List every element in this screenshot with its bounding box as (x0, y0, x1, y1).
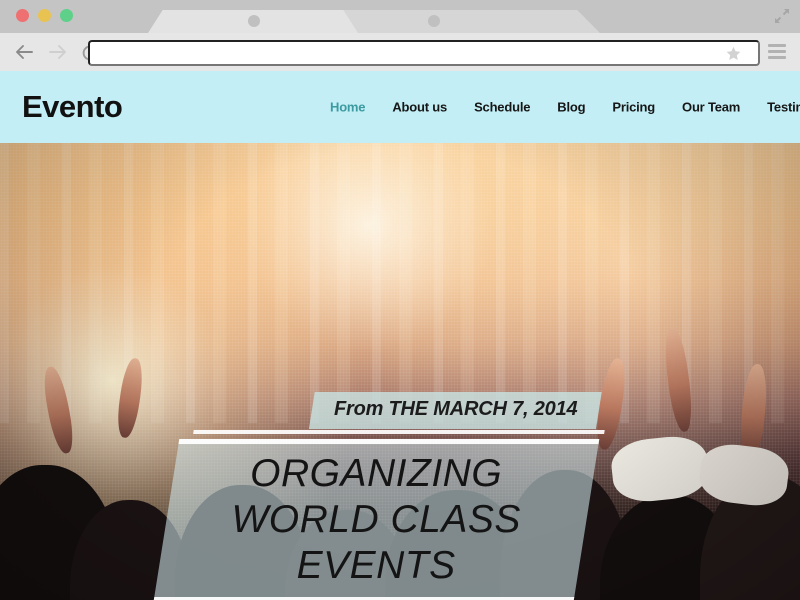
hero-headline: ORGANIZING WORLD CLASS EVENTS (232, 451, 521, 589)
hero-content: From THE MARCH 7, 2014 ORGANIZING WORLD … (0, 143, 800, 600)
maximize-window-button[interactable] (60, 9, 73, 22)
tab-1-close-icon[interactable] (248, 15, 260, 27)
arrow-left-icon[interactable] (14, 42, 34, 62)
address-bar-input[interactable] (88, 40, 760, 66)
browser-titlebar (0, 0, 800, 33)
hero-date-text: From THE MARCH 7, 2014 (333, 398, 578, 420)
tab-2-close-icon[interactable] (428, 15, 440, 27)
menu-bar-2 (768, 50, 786, 53)
window-controls (16, 9, 73, 22)
site-logo[interactable]: Evento (22, 89, 123, 125)
hero-headline-line-1: ORGANIZING (250, 452, 503, 496)
hero-headline-panel: ORGANIZING WORLD CLASS EVENTS (153, 439, 600, 600)
site-navbar: Evento Home About us Schedule Blog Prici… (0, 71, 800, 143)
star-icon[interactable] (725, 45, 742, 62)
nav-link-our-team[interactable]: Our Team (682, 100, 740, 115)
hero-top-rule (193, 430, 605, 434)
nav-link-about-us[interactable]: About us (392, 100, 447, 115)
hamburger-menu-icon[interactable] (768, 44, 786, 62)
hero-date-banner: From THE MARCH 7, 2014 (308, 392, 603, 429)
nav-link-pricing[interactable]: Pricing (612, 100, 655, 115)
hero-banner: From THE MARCH 7, 2014 ORGANIZING WORLD … (0, 143, 800, 600)
browser-window: Evento Home About us Schedule Blog Prici… (0, 0, 800, 600)
arrow-right-icon[interactable] (48, 42, 68, 62)
close-window-button[interactable] (16, 9, 29, 22)
hero-headline-line-3: EVENTS (296, 544, 456, 588)
main-navigation: Home About us Schedule Blog Pricing Our … (330, 100, 800, 115)
menu-bar-3 (768, 56, 786, 59)
menu-bar-1 (768, 44, 786, 47)
nav-link-blog[interactable]: Blog (557, 100, 585, 115)
nav-link-schedule[interactable]: Schedule (474, 100, 530, 115)
page-viewport: Evento Home About us Schedule Blog Prici… (0, 71, 800, 600)
nav-link-testimonials[interactable]: Testimonials (767, 100, 800, 115)
minimize-window-button[interactable] (38, 9, 51, 22)
expand-fullscreen-icon[interactable] (772, 6, 792, 26)
hero-headline-line-2: WORLD CLASS (231, 498, 522, 542)
nav-link-home[interactable]: Home (330, 100, 366, 115)
